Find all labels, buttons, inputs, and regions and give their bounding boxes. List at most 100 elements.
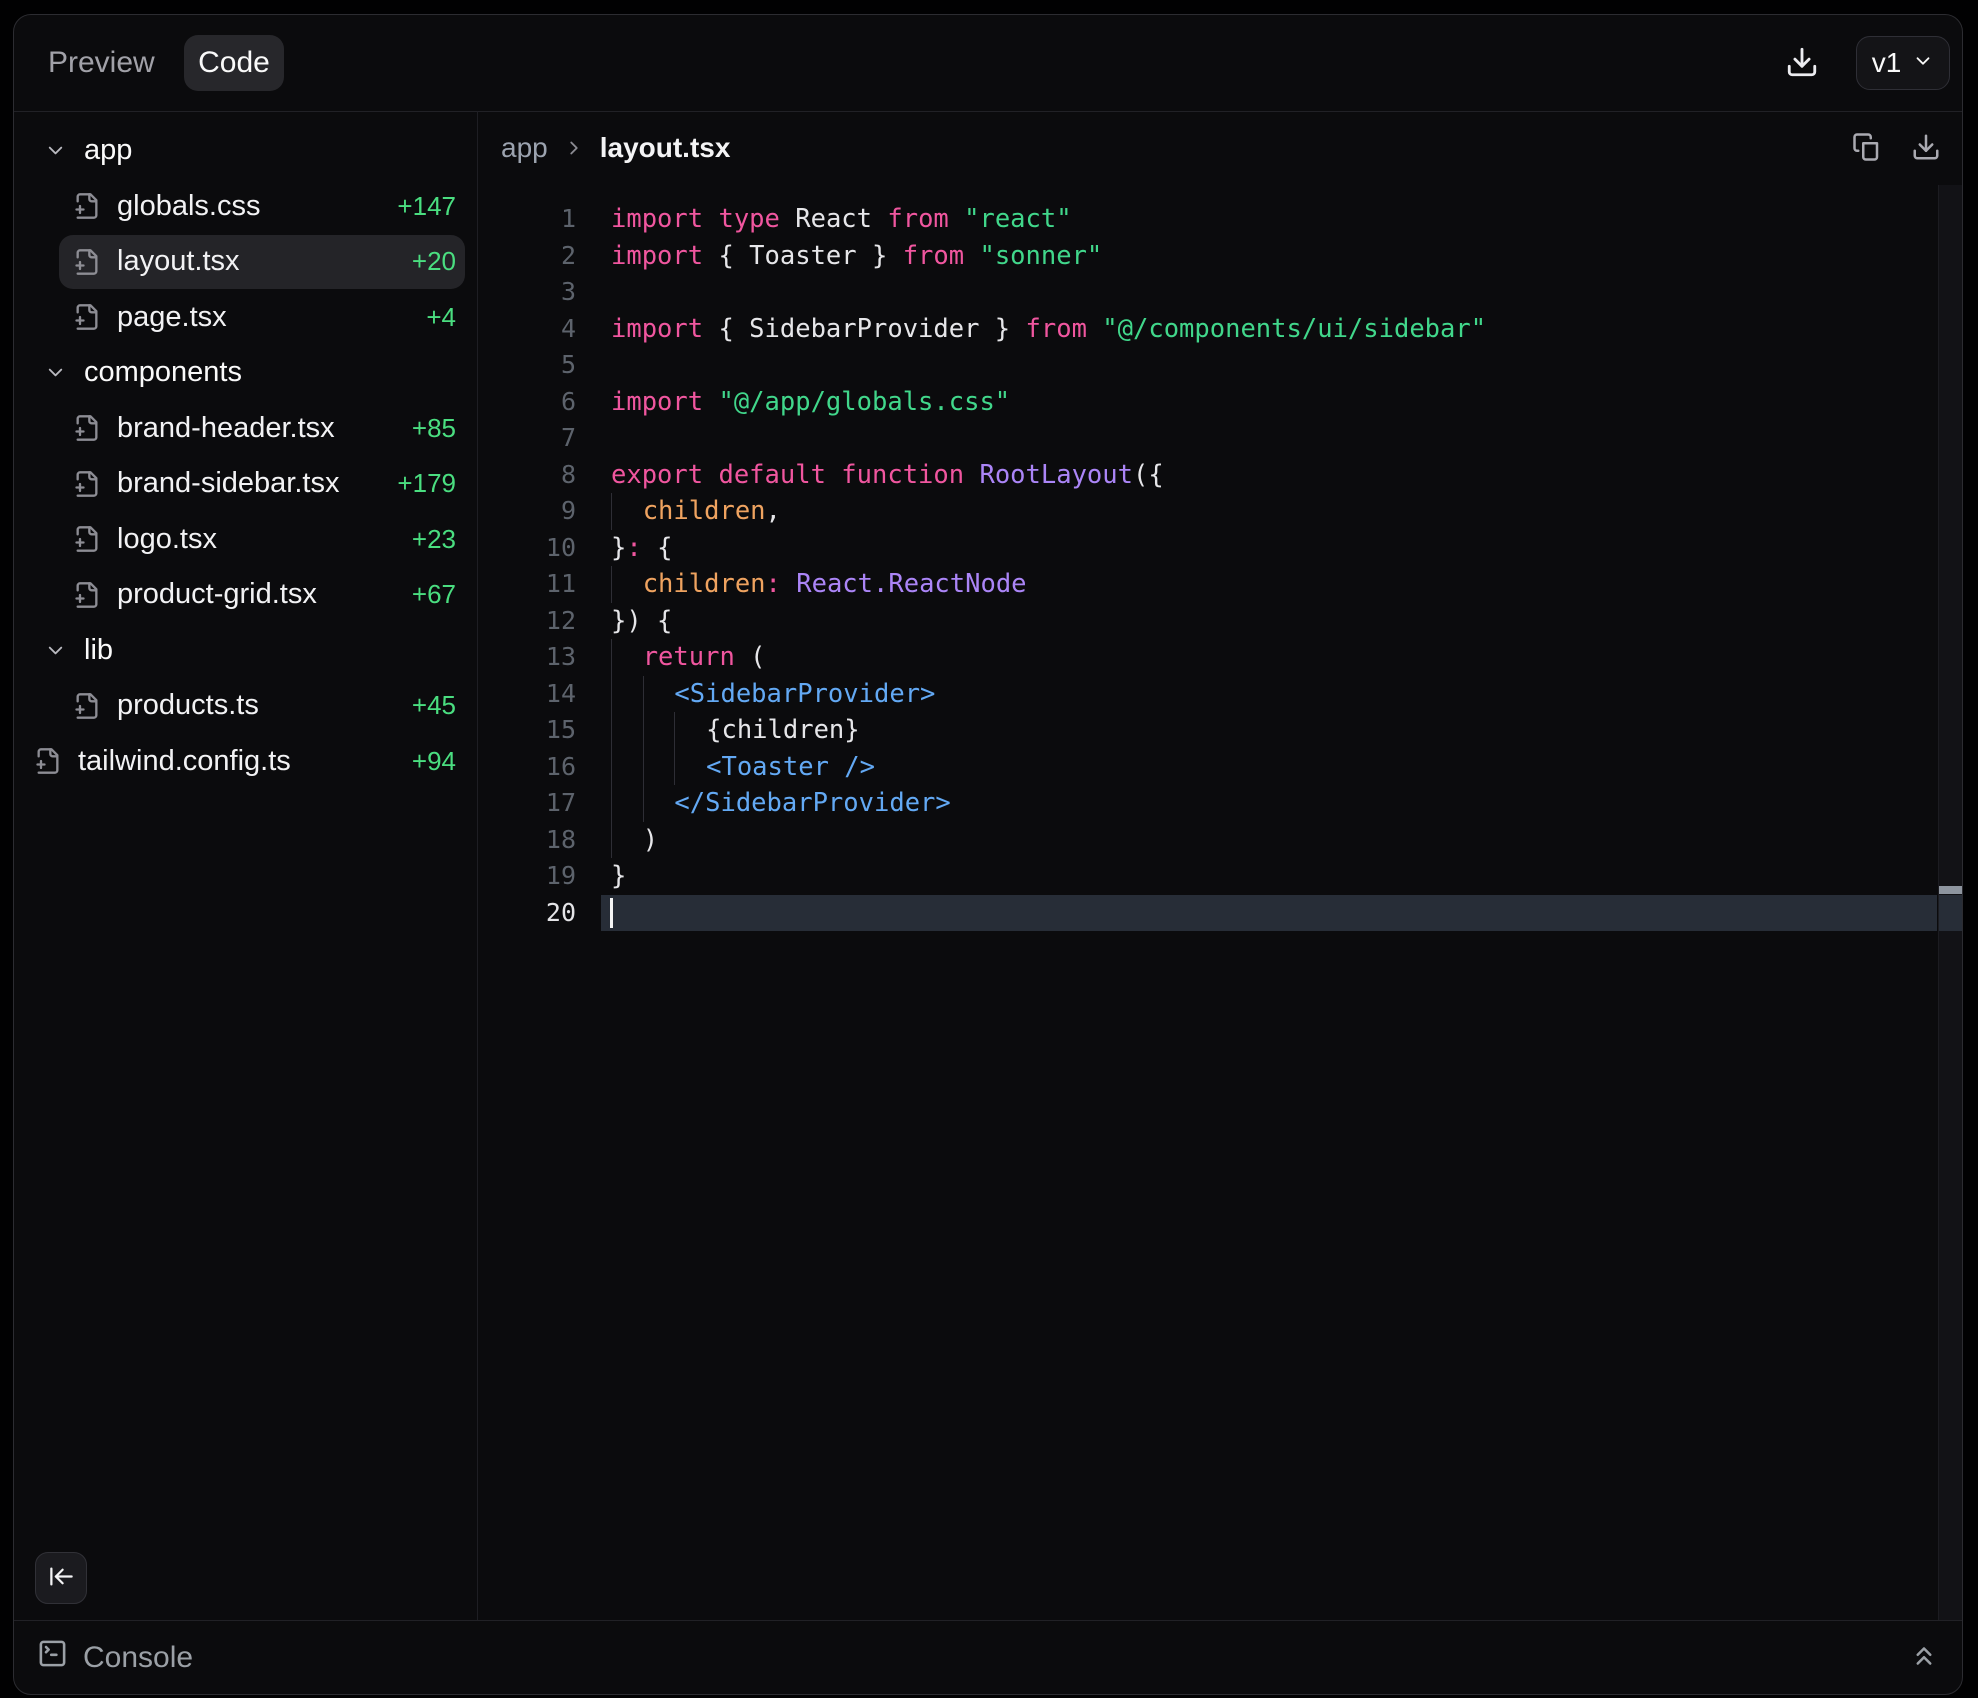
chevron-down-icon [1912, 47, 1934, 79]
code-line: 4 import { SidebarProvider } from "@/comp… [477, 311, 1962, 348]
tree-file-page.tsx[interactable]: page.tsx+4 [14, 290, 477, 346]
code-line: 3 [477, 274, 1962, 311]
code-line-content: return ( [611, 639, 766, 676]
version-selector[interactable]: v1 [1856, 36, 1950, 90]
file-tree: appglobals.css+147layout.tsx+20page.tsx+… [14, 123, 477, 789]
code-line-content: } [611, 858, 626, 895]
file-plus-icon [73, 692, 101, 720]
line-number: 19 [477, 858, 576, 895]
tree-item-label: brand-header.tsx [117, 412, 335, 445]
tree-section-app[interactable]: app [14, 123, 477, 179]
line-number: 13 [477, 639, 576, 676]
code-line-content: }) { [611, 603, 672, 640]
code-line-content: import type React from "react" [611, 201, 1072, 238]
code-line: 12}) { [477, 603, 1962, 640]
download-file-button[interactable] [1911, 132, 1941, 165]
copy-code-button[interactable] [1852, 132, 1882, 165]
line-number: 16 [477, 749, 576, 786]
tree-file-logo.tsx[interactable]: logo.tsx+23 [14, 512, 477, 568]
collapse-sidebar-button[interactable] [35, 1552, 87, 1604]
download-project-button[interactable] [1780, 41, 1824, 85]
file-plus-icon [73, 525, 101, 553]
indent-guide [611, 493, 643, 530]
line-number: 14 [477, 676, 576, 713]
file-tree-sidebar: appglobals.css+147layout.tsx+20page.tsx+… [14, 111, 477, 1621]
line-number: 18 [477, 822, 576, 859]
collapse-sidebar-icon [48, 1563, 75, 1593]
code-editor[interactable]: 1 import type React from "react"2import {… [477, 201, 1962, 931]
diff-added-count: +67 [412, 579, 456, 610]
tree-item-label: app [84, 134, 132, 167]
diff-added-count: +85 [412, 413, 456, 444]
scrollbar-thumb[interactable] [1939, 886, 1962, 894]
code-line: 1 import type React from "react" [477, 201, 1962, 238]
breadcrumb-folder[interactable]: app [501, 132, 548, 164]
code-line-content: export default function RootLayout({ [611, 457, 1164, 494]
code-line-content: <SidebarProvider> [611, 676, 935, 713]
tree-item-label: brand-sidebar.tsx [117, 467, 339, 500]
diff-added-count: +45 [412, 690, 456, 721]
tree-section-components[interactable]: components [14, 345, 477, 401]
indent-guide [611, 566, 643, 603]
line-number: 1 [477, 201, 576, 238]
code-line: 17</SidebarProvider> [477, 785, 1962, 822]
code-line: 2import { Toaster } from "sonner" [477, 238, 1962, 275]
line-number: 9 [477, 493, 576, 530]
line-number: 6 [477, 384, 576, 421]
tree-item-label: lib [84, 634, 113, 667]
code-line: 20 [477, 895, 1962, 932]
version-label: v1 [1872, 47, 1902, 79]
diff-added-count: +94 [412, 746, 456, 777]
indent-guide [611, 822, 643, 859]
tree-file-brand-header.tsx[interactable]: brand-header.tsx +85 [14, 401, 477, 457]
tree-item-label: tailwind.config.ts [78, 745, 291, 778]
scrollbar-line-highlight [1939, 895, 1962, 932]
indent-guide [643, 712, 675, 749]
tree-file-products.ts[interactable]: products.ts+45 [14, 678, 477, 734]
chevron-down-icon [44, 139, 67, 162]
code-line-content: {children} [611, 712, 860, 749]
tree-file-layout.tsx[interactable]: layout.tsx+20 [14, 234, 477, 290]
indent-guide [643, 749, 675, 786]
line-number: 4 [477, 311, 576, 348]
file-plus-icon [73, 581, 101, 609]
breadcrumb-file: layout.tsx [600, 132, 731, 164]
tree-file-tailwind.config.ts[interactable]: tailwind.config.ts +94 [14, 734, 477, 790]
expand-console-button[interactable] [1909, 1641, 1939, 1674]
tree-item-label: logo.tsx [117, 523, 217, 556]
breadcrumb: app layout.tsx [501, 111, 730, 185]
file-plus-icon [73, 414, 101, 442]
line-number: 20 [477, 895, 576, 932]
line-number: 7 [477, 420, 576, 457]
file-plus-icon [73, 470, 101, 498]
diff-added-count: +179 [397, 468, 456, 499]
tree-section-lib[interactable]: lib [14, 623, 477, 679]
diff-added-count: +20 [412, 246, 456, 277]
line-number: 8 [477, 457, 576, 494]
indent-guide [611, 676, 643, 713]
file-plus-icon [73, 192, 101, 220]
console-bar[interactable]: Console [14, 1620, 1962, 1694]
file-plus-icon [73, 303, 101, 331]
code-line-content: </SidebarProvider> [611, 785, 951, 822]
code-line: 15{children} [477, 712, 1962, 749]
code-line: 9 children, [477, 493, 1962, 530]
tab-code[interactable]: Code [184, 35, 284, 91]
chevron-down-icon [44, 639, 67, 662]
line-number: 11 [477, 566, 576, 603]
tree-file-brand-sidebar.tsx[interactable]: brand-sidebar.tsx +179 [14, 456, 477, 512]
tree-item-label: page.tsx [117, 301, 227, 334]
tab-preview[interactable]: Preview [48, 15, 155, 111]
code-line-content: <Toaster /> [611, 749, 875, 786]
code-line-content: import { SidebarProvider } from "@/compo… [611, 311, 1486, 348]
tree-file-globals.css[interactable]: globals.css+147 [14, 179, 477, 235]
code-line-content: children, [611, 493, 781, 530]
code-line: 8 export default function RootLayout({ [477, 457, 1962, 494]
terminal-icon [37, 1638, 68, 1677]
code-line-content: import "@/app/globals.css" [611, 384, 1010, 421]
line-number: 10 [477, 530, 576, 567]
code-workspace-panel: Preview Code v1 appglobals.css+147layout… [13, 14, 1963, 1695]
tree-file-product-grid.tsx[interactable]: product-grid.tsx+67 [14, 567, 477, 623]
code-line-content: }: { [611, 530, 672, 567]
indent-guide [611, 639, 643, 676]
